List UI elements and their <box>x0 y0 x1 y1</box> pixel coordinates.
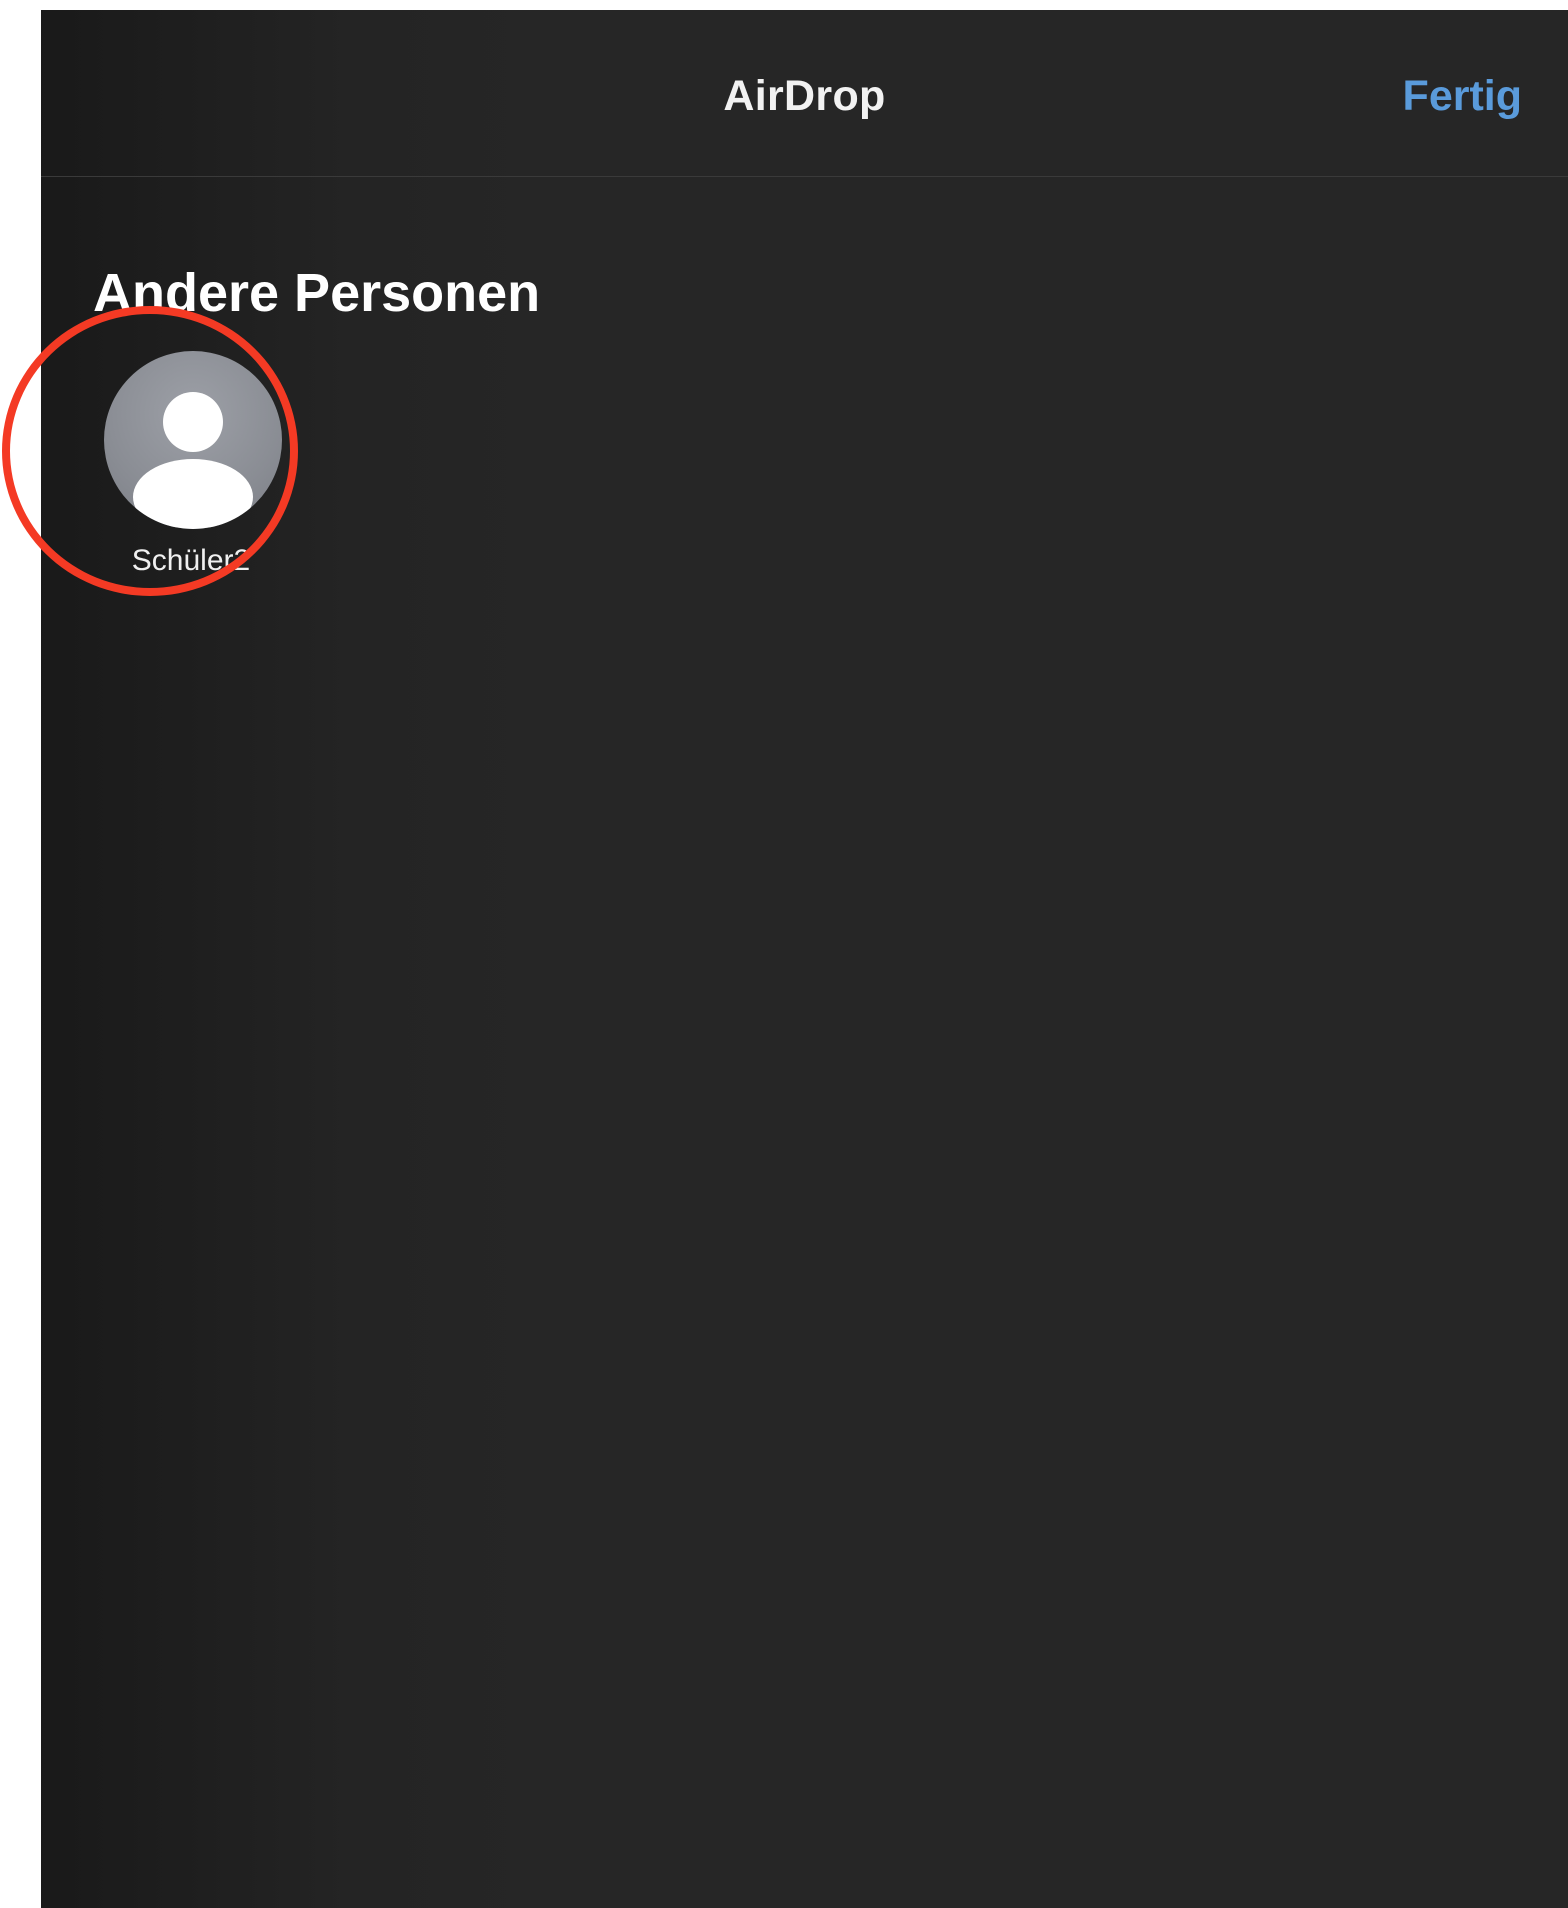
navigation-bar: AirDrop Fertig <box>41 10 1568 177</box>
page-title: AirDrop <box>723 72 886 120</box>
person-name: Schüler2 <box>131 544 251 577</box>
airdrop-person-item[interactable]: Schüler2 <box>61 336 321 596</box>
section-title: Andere Personen <box>93 263 541 323</box>
airdrop-sheet: AirDrop Fertig Andere Personen Schüler2 <box>41 10 1568 1908</box>
person-placeholder-icon <box>104 351 282 529</box>
done-button[interactable]: Fertig <box>1403 72 1522 121</box>
